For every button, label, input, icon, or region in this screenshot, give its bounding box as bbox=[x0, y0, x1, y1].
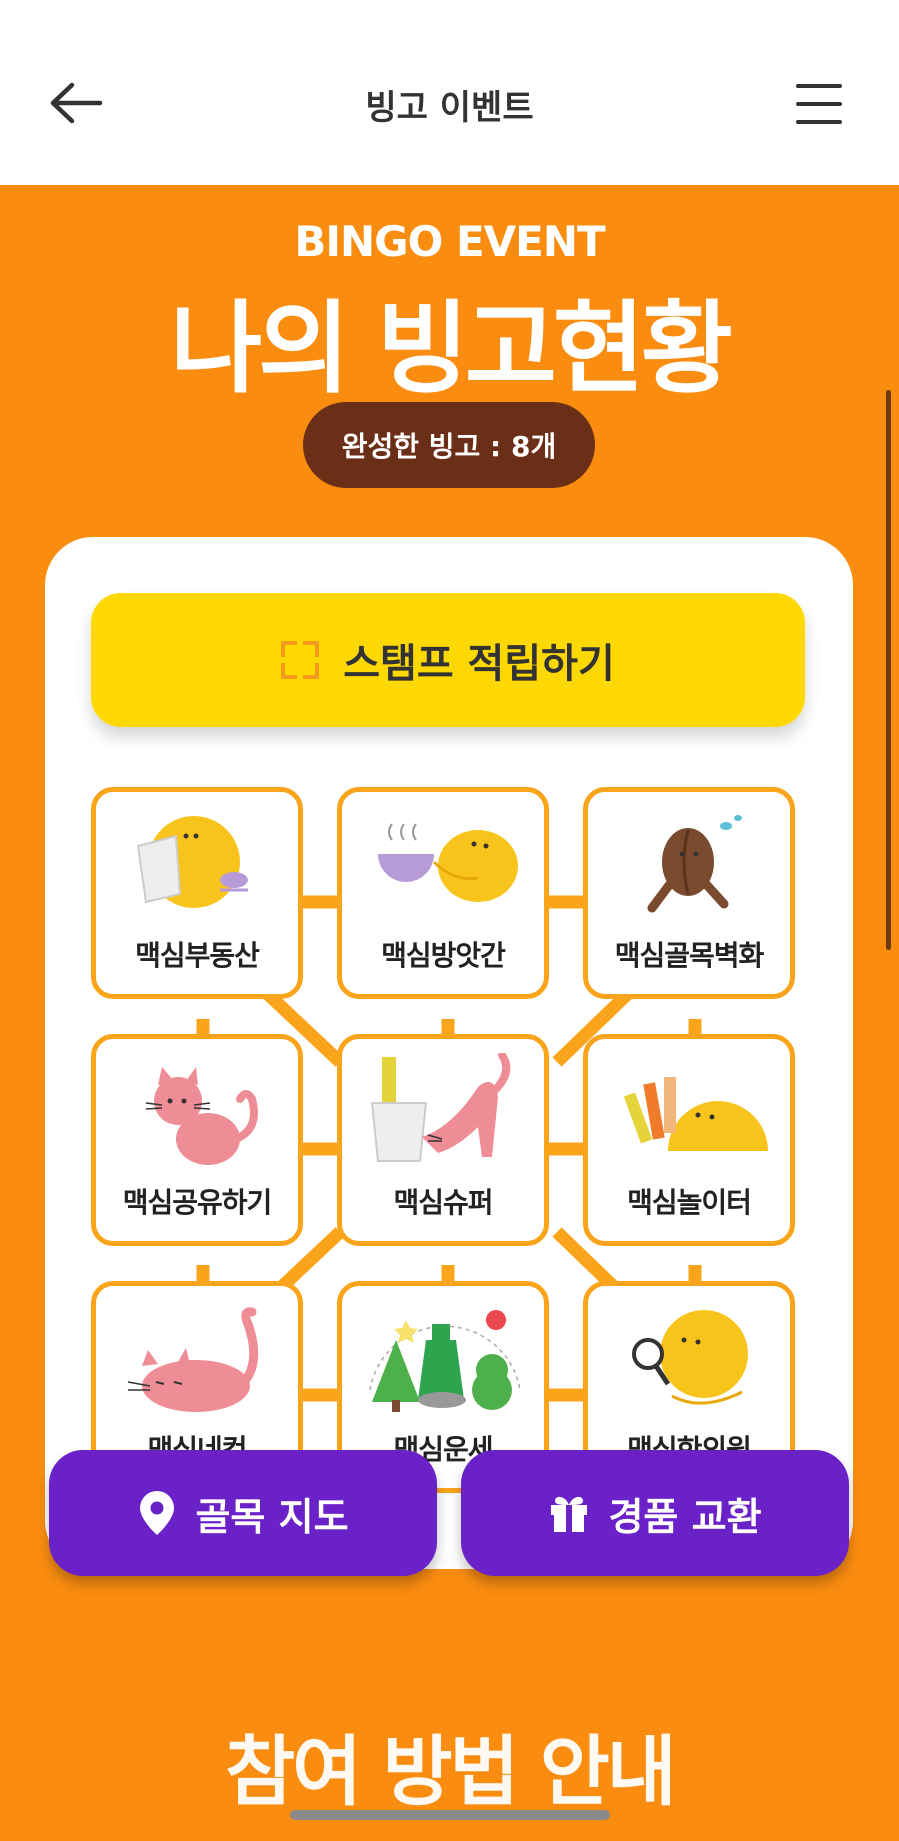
prize-exchange-button[interactable]: 경품 교환 bbox=[461, 1450, 849, 1576]
alley-map-label: 골목 지도 bbox=[195, 1494, 349, 1539]
menu-button[interactable] bbox=[796, 84, 846, 126]
mascot-coffee-cup-icon bbox=[378, 823, 518, 902]
bingo-cell[interactable]: 맥심부동산 bbox=[91, 787, 303, 999]
alley-map-button[interactable]: 골목 지도 bbox=[49, 1450, 437, 1576]
cell-label: 맥심슈퍼 bbox=[393, 1186, 493, 1219]
bingo-cell[interactable]: 맥심공유하기 bbox=[91, 1034, 303, 1246]
bingo-cell[interactable]: 맥심골목벽화 bbox=[583, 787, 795, 999]
home-indicator bbox=[290, 1810, 610, 1820]
hero-subtitle: BINGO EVENT bbox=[294, 217, 605, 266]
cell-label: 맥심부동산 bbox=[135, 939, 260, 972]
pink-cat-lying-icon bbox=[127, 1307, 259, 1412]
mascot-coffee-sticks-icon bbox=[623, 1077, 768, 1151]
scrollbar[interactable] bbox=[886, 390, 891, 950]
mascot-reading-icon bbox=[136, 816, 248, 908]
bingo-card: 스탬프 적립하기 맥심부동산 맥심방앗간 맥심골목벽화 맥심공유하기 맥심슈퍼 … bbox=[45, 537, 853, 1569]
pink-cat-sitting-icon bbox=[145, 1067, 258, 1165]
cell-label: 맥심골목벽화 bbox=[614, 939, 765, 972]
bingo-cell[interactable]: 맥심방앗간 bbox=[337, 787, 549, 999]
cell-label: 맥심공유하기 bbox=[122, 1186, 273, 1219]
completed-bingo-badge: 완성한 빙고 : 8개 bbox=[303, 402, 595, 488]
event-content: BINGO EVENT 나의 빙고현황 완성한 빙고 : 8개 스탬프 적립하기 bbox=[0, 185, 899, 1841]
prize-exchange-label: 경품 교환 bbox=[608, 1494, 762, 1539]
coffee-bean-character-icon bbox=[647, 815, 742, 913]
top-bar: 빙고 이벤트 bbox=[0, 0, 899, 185]
hero-title: 나의 빙고현황 bbox=[170, 290, 733, 407]
gift-icon bbox=[551, 1496, 588, 1532]
bottle-trees-icon bbox=[369, 1310, 521, 1412]
page-title: 빙고 이벤트 bbox=[365, 88, 534, 128]
participation-guide-heading: 참여 방법 안내 bbox=[225, 1727, 676, 1816]
cell-label: 맥심방앗간 bbox=[381, 939, 506, 972]
bingo-cell[interactable]: 맥심슈퍼 bbox=[337, 1034, 549, 1246]
location-pin-icon bbox=[140, 1491, 175, 1535]
cell-label: 맥심놀이터 bbox=[627, 1186, 752, 1219]
pink-cat-stretching-icon bbox=[370, 1053, 511, 1162]
bingo-cell[interactable]: 맥심놀이터 bbox=[583, 1034, 795, 1246]
mascot-magnifier-icon bbox=[632, 1310, 748, 1405]
